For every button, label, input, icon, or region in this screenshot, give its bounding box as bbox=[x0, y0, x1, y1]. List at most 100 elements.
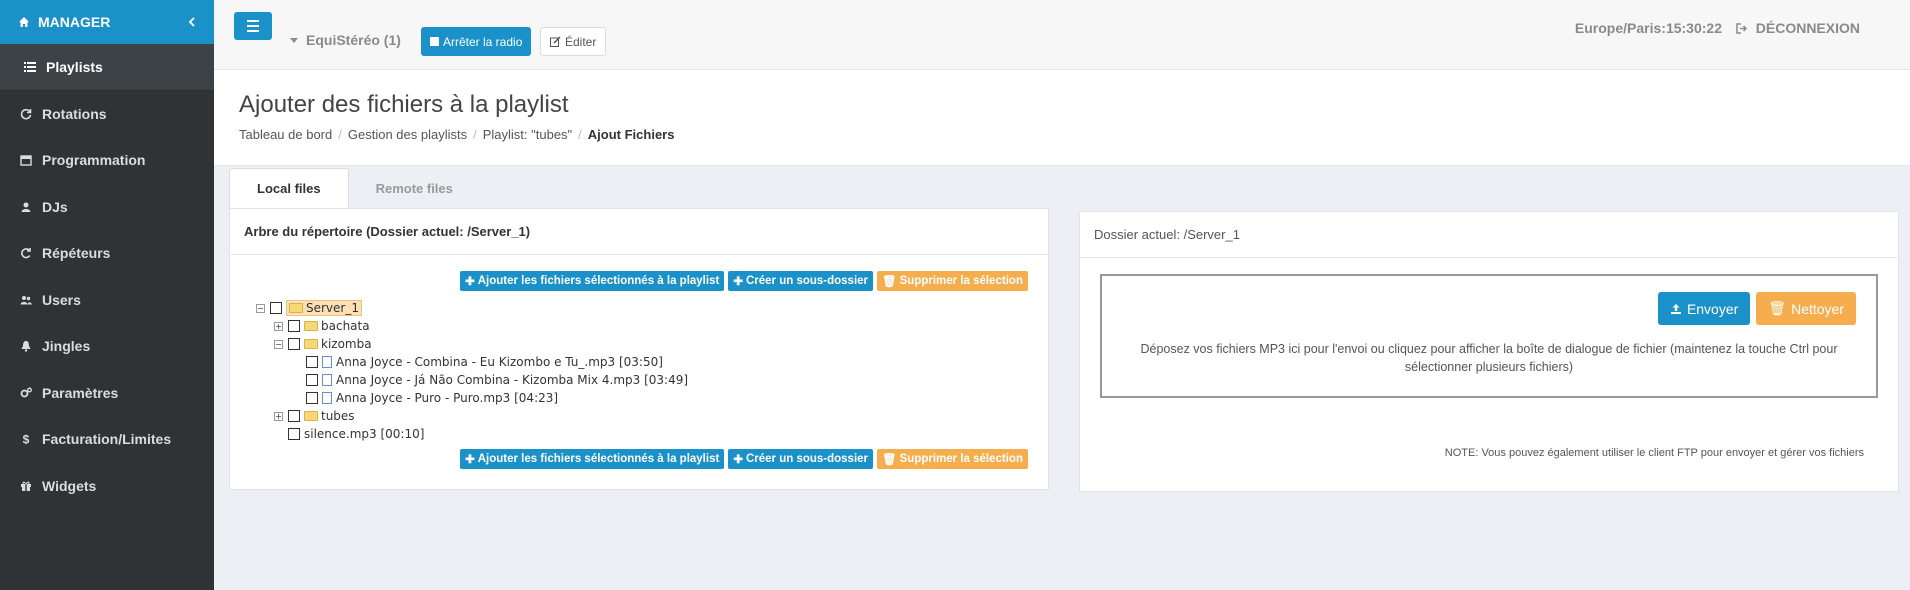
sidebar-header[interactable]: MANAGER bbox=[0, 0, 214, 44]
tree-node-file[interactable]: Anna Joyce - Puro - Puro.mp3 [04:23] bbox=[256, 389, 688, 407]
tree-checkbox[interactable] bbox=[306, 392, 318, 404]
expand-toggle[interactable]: + bbox=[274, 411, 283, 421]
stop-radio-button[interactable]: Arrêter la radio bbox=[421, 27, 532, 56]
sidebar-item-rotations[interactable]: Rotations bbox=[0, 91, 214, 138]
add-selected-button[interactable]: ✚ Ajouter les fichiers sélectionnés à la … bbox=[460, 271, 725, 291]
tree-node-file[interactable]: Anna Joyce - Já Não Combina - Kizomba Mi… bbox=[256, 371, 688, 389]
edit-icon bbox=[550, 36, 561, 47]
breadcrumb-playlist[interactable]: Playlist: "tubes" bbox=[483, 127, 572, 142]
cogs-icon bbox=[20, 387, 32, 398]
chevron-left-icon[interactable] bbox=[188, 17, 196, 27]
expand-toggle[interactable]: + bbox=[274, 321, 283, 331]
tab-remote-files[interactable]: Remote files bbox=[349, 168, 480, 208]
create-subfolder-button[interactable]: ✚ Créer un sous-dossier bbox=[728, 449, 874, 469]
tree-node-label: Anna Joyce - Já Não Combina - Kizomba Mi… bbox=[336, 373, 689, 387]
directory-tree-panel: Arbre du répertoire (Dossier actuel: /Se… bbox=[229, 208, 1049, 490]
tree-checkbox[interactable] bbox=[306, 356, 318, 368]
svg-text:$: $ bbox=[23, 433, 30, 445]
sidebar-item-programmation[interactable]: Programmation bbox=[0, 137, 214, 184]
current-folder-title: Dossier actuel: /Server_1 bbox=[1080, 212, 1898, 258]
plus-icon: ✚ bbox=[733, 276, 743, 288]
trash-icon: 🗑 bbox=[1768, 300, 1787, 316]
menu-toggle-button[interactable] bbox=[234, 12, 272, 40]
sidebar-item-djs[interactable]: DJs bbox=[0, 184, 214, 231]
file-icon bbox=[322, 392, 332, 404]
sidebar-item-widgets[interactable]: Widgets bbox=[0, 463, 214, 510]
tree-checkbox[interactable] bbox=[288, 410, 300, 422]
bell-icon bbox=[21, 341, 31, 352]
collapse-toggle[interactable]: − bbox=[274, 339, 283, 349]
clean-button[interactable]: 🗑 Nettoyer bbox=[1756, 292, 1856, 325]
sidebar-item-parametres[interactable]: Paramètres bbox=[0, 370, 214, 417]
file-dropzone[interactable]: Envoyer 🗑 Nettoyer Déposez vos fichiers … bbox=[1100, 274, 1878, 398]
home-icon bbox=[19, 17, 29, 27]
tree-node-root[interactable]: − Server_1 bbox=[256, 299, 688, 317]
edit-button[interactable]: Éditer bbox=[540, 27, 607, 56]
sidebar-item-label: DJs bbox=[42, 198, 68, 215]
radio-selector[interactable]: EquiStéréo (1) bbox=[290, 32, 401, 48]
sidebar-item-jingles[interactable]: Jingles bbox=[0, 323, 214, 370]
topbar: EquiStéréo (1) Arrêter la radio Éditer E… bbox=[214, 0, 1910, 70]
refresh-icon bbox=[20, 108, 32, 120]
create-subfolder-button[interactable]: ✚ Créer un sous-dossier bbox=[728, 271, 874, 291]
tree-node-tubes[interactable]: + tubes bbox=[256, 407, 688, 425]
tree-actions-top: ✚ Ajouter les fichiers sélectionnés à la … bbox=[460, 271, 1028, 291]
folder-icon bbox=[289, 303, 303, 313]
edit-label: Éditer bbox=[565, 34, 597, 49]
folder-icon bbox=[304, 321, 318, 331]
add-selected-button[interactable]: ✚ Ajouter les fichiers sélectionnés à la … bbox=[460, 449, 725, 469]
ftp-note: NOTE: Vous pouvez également utiliser le … bbox=[1444, 447, 1864, 459]
logout-link[interactable]: DÉCONNEXION bbox=[1736, 20, 1860, 36]
stop-radio-label: Arrêter la radio bbox=[443, 34, 523, 49]
collapse-toggle[interactable]: − bbox=[256, 303, 265, 313]
add-selected-label: Ajouter les fichiers sélectionnés à la p… bbox=[477, 275, 720, 287]
tree-checkbox[interactable] bbox=[288, 338, 300, 350]
repeat-icon bbox=[21, 248, 31, 259]
folder-icon bbox=[304, 339, 318, 349]
sidebar-item-facturation[interactable]: $ Facturation/Limites bbox=[0, 416, 214, 463]
breadcrumb-dashboard[interactable]: Tableau de bord bbox=[239, 127, 332, 142]
sidebar-item-repeteurs[interactable]: Répéteurs bbox=[0, 230, 214, 277]
radio-name: EquiStéréo (1) bbox=[306, 32, 401, 48]
tree-checkbox[interactable] bbox=[288, 428, 300, 440]
trash-icon: 🗑 bbox=[882, 454, 897, 466]
tree-node-kizomba[interactable]: − kizomba bbox=[256, 335, 688, 353]
sidebar-item-users[interactable]: Users bbox=[0, 277, 214, 324]
tree-checkbox[interactable] bbox=[306, 374, 318, 386]
upload-icon bbox=[1670, 303, 1681, 314]
tree-node-label: kizomba bbox=[321, 337, 372, 351]
directory-tree-title: Arbre du répertoire (Dossier actuel: /Se… bbox=[230, 209, 1048, 255]
sidebar-item-label: Répéteurs bbox=[42, 245, 111, 262]
users-icon bbox=[20, 295, 32, 305]
delete-selection-button[interactable]: 🗑 Supprimer la sélection bbox=[877, 271, 1028, 291]
sidebar-item-label: Playlists bbox=[46, 58, 103, 75]
create-subfolder-label: Créer un sous-dossier bbox=[745, 275, 869, 287]
sidebar-item-playlists[interactable]: Playlists bbox=[0, 44, 214, 91]
sidebar-item-label: Paramètres bbox=[42, 384, 119, 401]
sign-out-icon bbox=[1736, 22, 1747, 34]
add-selected-label: Ajouter les fichiers sélectionnés à la p… bbox=[477, 453, 720, 465]
breadcrumb-playlists[interactable]: Gestion des playlists bbox=[348, 127, 467, 142]
tree-node-bachata[interactable]: + bachata bbox=[256, 317, 688, 335]
tree-checkbox[interactable] bbox=[270, 302, 282, 314]
page-header: Ajouter des fichiers à la playlist Table… bbox=[214, 70, 1910, 166]
create-subfolder-label: Créer un sous-dossier bbox=[745, 453, 869, 465]
sidebar-item-label: Rotations bbox=[42, 105, 107, 122]
sidebar-item-label: Programmation bbox=[42, 152, 146, 169]
delete-selection-label: Supprimer la sélection bbox=[899, 275, 1023, 287]
clock: Europe/Paris:15:30:22 bbox=[1574, 20, 1722, 36]
tree-actions-bottom: ✚ Ajouter les fichiers sélectionnés à la … bbox=[460, 449, 1028, 469]
delete-selection-button[interactable]: 🗑 Supprimer la sélection bbox=[877, 449, 1028, 469]
list-icon bbox=[24, 61, 36, 72]
tree-node-file[interactable]: silence.mp3 [00:10] bbox=[256, 425, 688, 443]
delete-selection-label: Supprimer la sélection bbox=[899, 453, 1023, 465]
tree-node-file[interactable]: Anna Joyce - Combina - Eu Kizombo e Tu_.… bbox=[256, 353, 688, 371]
sidebar-title: MANAGER bbox=[38, 14, 111, 30]
upload-label: Envoyer bbox=[1686, 300, 1739, 317]
tree-checkbox[interactable] bbox=[288, 320, 300, 332]
tree-node-label: silence.mp3 [00:10] bbox=[304, 427, 425, 441]
upload-button[interactable]: Envoyer bbox=[1657, 292, 1751, 325]
file-icon bbox=[322, 374, 332, 386]
tab-local-files[interactable]: Local files bbox=[229, 168, 349, 208]
file-icon bbox=[322, 356, 332, 368]
